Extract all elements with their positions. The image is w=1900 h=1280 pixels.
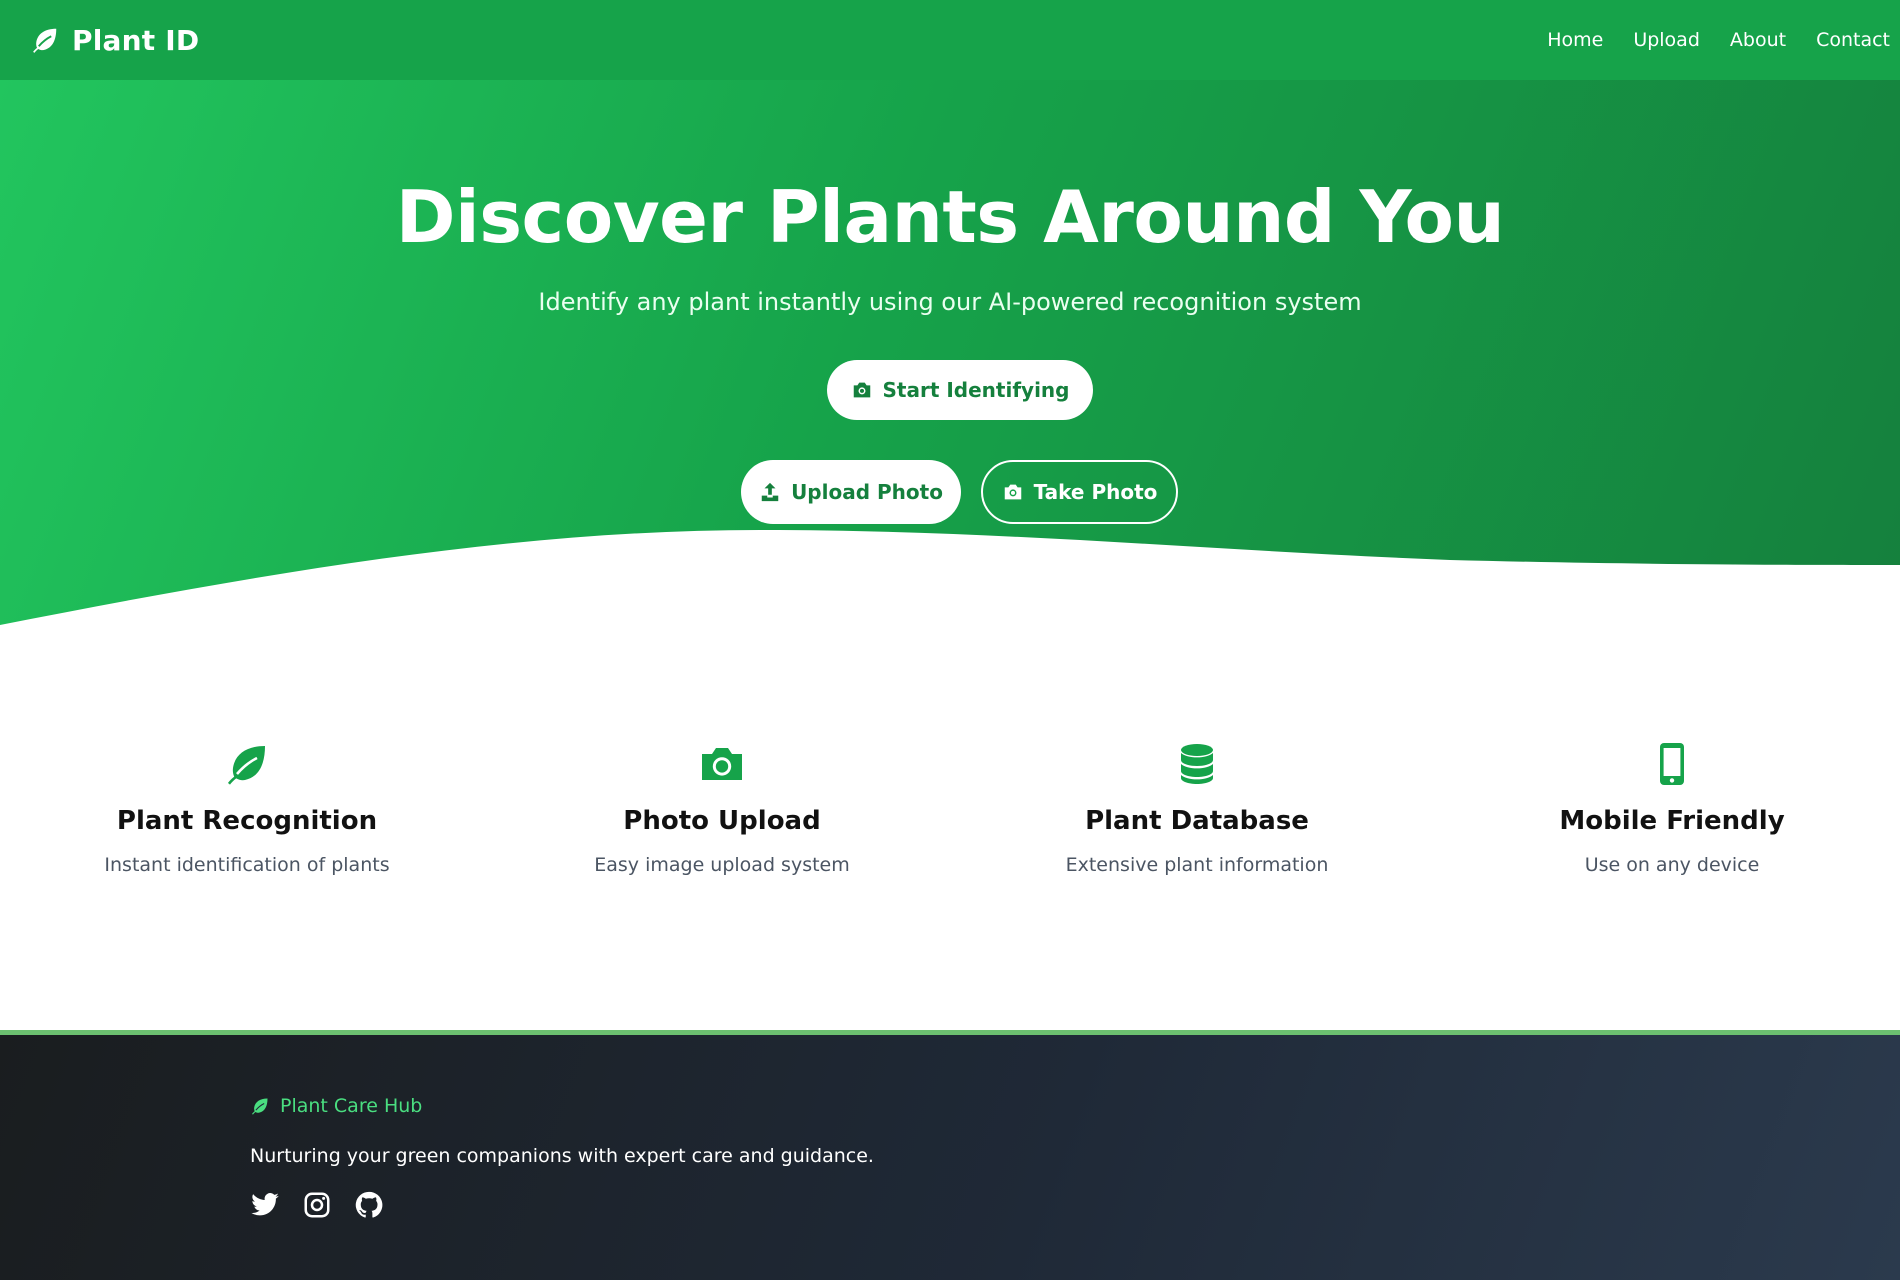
- feature-desc: Use on any device: [1584, 854, 1760, 876]
- upload-photo-button[interactable]: Upload Photo: [741, 460, 961, 524]
- nav-links: Home Upload About Contact: [1547, 29, 1890, 51]
- nav-link-home[interactable]: Home: [1547, 29, 1603, 51]
- navbar: Plant ID Home Upload About Contact: [0, 0, 1900, 80]
- take-photo-button[interactable]: Take Photo: [981, 460, 1178, 524]
- nav-link-about[interactable]: About: [1730, 29, 1786, 51]
- feature-title: Photo Upload: [623, 806, 821, 836]
- footer-tagline: Nurturing your green companions with exp…: [250, 1145, 874, 1167]
- camera-icon: [853, 382, 870, 398]
- footer-brand: Plant Care Hub: [250, 1095, 422, 1117]
- take-photo-label: Take Photo: [1033, 480, 1158, 504]
- github-icon: [355, 1191, 383, 1218]
- feature-plant-database: Plant Database Extensive plant informati…: [1007, 740, 1387, 876]
- brand-name: Plant ID: [72, 23, 200, 57]
- hero-section: Discover Plants Around You Identify any …: [0, 80, 1900, 625]
- start-identifying-button[interactable]: Start Identifying: [827, 360, 1093, 420]
- database-icon: [1181, 744, 1213, 784]
- instagram-icon: [304, 1192, 330, 1218]
- instagram-link[interactable]: [302, 1190, 332, 1220]
- upload-photo-label: Upload Photo: [791, 480, 943, 504]
- leaf-icon: [252, 1098, 268, 1115]
- twitter-icon: [251, 1193, 279, 1216]
- camera-icon: [702, 748, 742, 780]
- feature-photo-upload: Photo Upload Easy image upload system: [532, 740, 912, 876]
- upload-icon: [761, 482, 779, 502]
- feature-title: Plant Recognition: [116, 806, 378, 836]
- hero-wave: [0, 530, 1900, 625]
- nav-link-contact[interactable]: Contact: [1816, 29, 1890, 51]
- feature-desc: Easy image upload system: [594, 854, 850, 876]
- feature-plant-recognition: Plant Recognition Instant identification…: [57, 740, 437, 876]
- feature-title: Plant Database: [1085, 806, 1309, 836]
- github-link[interactable]: [354, 1190, 384, 1220]
- camera-icon: [1004, 484, 1021, 500]
- footer: Plant Care Hub Nurturing your green comp…: [0, 1035, 1900, 1280]
- hero-title: Discover Plants Around You: [395, 175, 1505, 259]
- feature-desc: Instant identification of plants: [104, 854, 390, 876]
- start-identifying-label: Start Identifying: [882, 378, 1070, 402]
- social-links: [250, 1190, 384, 1220]
- features-section: Plant Recognition Instant identification…: [0, 740, 1900, 920]
- feature-title: Mobile Friendly: [1559, 806, 1785, 836]
- footer-brand-name: Plant Care Hub: [280, 1095, 423, 1117]
- leaf-icon: [228, 746, 265, 785]
- brand-logo[interactable]: Plant ID: [30, 24, 199, 57]
- twitter-link[interactable]: [250, 1190, 280, 1220]
- mobile-icon: [1660, 743, 1684, 785]
- nav-link-upload[interactable]: Upload: [1633, 29, 1700, 51]
- feature-desc: Extensive plant information: [1065, 854, 1329, 876]
- feature-mobile-friendly: Mobile Friendly Use on any device: [1482, 740, 1862, 876]
- leaf-icon: [33, 28, 57, 53]
- hero-subtitle: Identify any plant instantly using our A…: [538, 288, 1362, 316]
